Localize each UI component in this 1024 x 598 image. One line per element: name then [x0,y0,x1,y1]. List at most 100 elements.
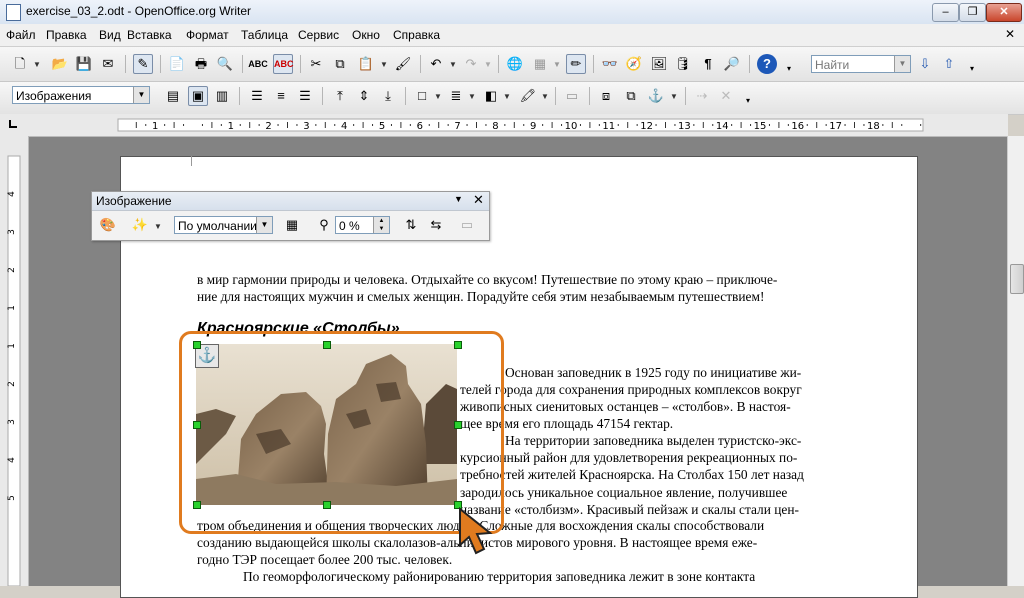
save-icon[interactable]: 💾 [74,54,94,74]
ruler-number: 17 [829,121,842,132]
ruler-number: 16 [791,121,804,132]
document-close-icon[interactable]: ✕ [1005,27,1015,41]
paste-icon[interactable]: 📋 [356,54,376,74]
graphics-mode-select[interactable]: По умолчании ▼ [174,216,273,234]
navigator-icon[interactable]: 🧭 [624,54,644,74]
menu-help[interactable]: Справка [393,28,440,42]
ruler-number: 14 [716,121,729,132]
menu-insert[interactable]: Вставка [127,28,172,42]
page-wrap-icon[interactable]: ▣ [188,86,208,106]
toolbar-close-icon[interactable]: ✕ [473,192,484,208]
menu-format[interactable]: Формат [186,28,229,42]
print-icon[interactable]: 🖶 [191,54,211,74]
autospellcheck-icon[interactable]: ABC [273,54,294,74]
border-color-icon[interactable]: ◧ [481,86,501,106]
ruler-number: 15 [754,121,767,132]
image-toolbar[interactable]: Изображение ▼ ✕ 🎨 ✨ ▼ По умолчании ▼ ▦ ⚲ 0… [91,191,490,241]
export-pdf-icon[interactable]: 📄 [167,54,187,74]
link-frames-icon[interactable]: ⇢ [692,86,712,106]
menu-file[interactable]: Файл [6,28,36,42]
align-left-icon[interactable]: ☰ [247,86,267,106]
ruler-number: 6 [417,121,423,132]
ruler-number: 2 [7,267,17,273]
ruler-number: 4 [341,121,347,132]
spellcheck-icon[interactable]: ABC [248,54,268,74]
new-icon[interactable]: 🗋 [10,54,30,74]
filter-effects-icon[interactable]: ✨ [130,215,150,235]
redo-icon[interactable]: ↷ [461,54,481,74]
flip-horizontal-icon[interactable]: ⇆ [426,215,446,235]
show-draw-functions-icon[interactable]: ✏ [566,54,586,74]
menu-view[interactable]: Вид [99,28,121,42]
paragraph-style-select[interactable]: Изображения ▼ [12,86,150,104]
ruler-number: 18 [867,121,880,132]
align-center-icon[interactable]: ≡ [271,86,291,106]
frame-toolbar-options-icon[interactable]: ▾ [744,91,752,111]
menu-tools[interactable]: Сервис [298,28,339,42]
borders-icon[interactable]: □ [412,86,432,106]
menu-window[interactable]: Окно [352,28,380,42]
align-middle-icon[interactable]: ⇕ [354,86,374,106]
horizontal-ruler[interactable]: 1 1 2 3 4 5 6 7 8 9 10 11 12 13 14 15 16 17 18 [28,114,1008,137]
bring-to-front-icon[interactable]: ⧈ [596,86,616,106]
help-icon[interactable]: ? [757,54,777,74]
align-right-icon[interactable]: ☰ [295,86,315,106]
toolbar-menu-icon[interactable]: ▼ [454,194,463,204]
image-toolbar-header[interactable]: Изображение ▼ ✕ [92,192,489,211]
ruler-number: 4 [7,457,17,463]
color-icon[interactable]: ▦ [282,215,302,235]
transparency-icon[interactable]: ⚲ [314,215,334,235]
toolbar-options-icon[interactable]: ▾ [785,59,793,79]
tab-stop-selector[interactable] [0,114,29,137]
send-to-back-icon[interactable]: ⧉ [621,86,641,106]
email-icon[interactable]: ✉ [98,54,118,74]
transparency-spin[interactable]: 0 % ▲ ▼ [335,216,390,234]
table-icon[interactable]: ▦ [530,54,550,74]
wrapped-line: Основан заповедник в 1925 году по инициа… [505,365,802,380]
find-previous-icon[interactable]: ⇧ [939,54,959,74]
close-button[interactable]: ✕ [986,3,1022,22]
print-preview-icon[interactable]: 🔍 [215,54,235,74]
ruler-number: 1 [7,305,17,311]
ruler-number: 11 [602,121,615,132]
wrapped-line: живописных сиенитовых останцев – «столбо… [460,399,791,414]
anchor-icon[interactable]: ⚓ [646,86,666,106]
zoom-icon[interactable]: 🔎 [722,54,742,74]
clone-formatting-icon[interactable]: 🖌 [393,54,413,74]
scrollbar-thumb[interactable] [1010,264,1024,294]
align-top-icon[interactable]: ⤒ [330,86,350,106]
findbar-options-icon[interactable]: ▾ [968,59,976,79]
hyperlink-icon[interactable]: 🌐 [505,54,525,74]
ruler-number: 13 [678,121,691,132]
vertical-ruler[interactable]: 4 3 2 1 1 2 3 4 5 [0,136,29,586]
find-replace-icon[interactable]: 👓 [600,54,620,74]
menu-table[interactable]: Таблица [241,28,288,42]
nonprinting-chars-icon[interactable]: ¶ [698,54,718,74]
graphics-filter-icon[interactable]: 🎨 [98,215,118,235]
align-bottom-icon[interactable]: ⤓ [378,86,398,106]
frame-properties-icon[interactable]: ▭ [457,215,477,235]
frame-properties-icon[interactable]: ▭ [562,86,582,106]
vertical-scrollbar[interactable] [1007,136,1024,586]
restore-button[interactable]: ❐ [959,3,986,22]
undo-icon[interactable]: ↶ [426,54,446,74]
minimize-button[interactable]: – [932,3,959,22]
cut-icon[interactable]: ✂ [306,54,326,74]
find-next-icon[interactable]: ⇩ [915,54,935,74]
wrap-off-icon[interactable]: ▤ [163,86,183,106]
copy-icon[interactable]: ⧉ [330,54,350,74]
optimal-wrap-icon[interactable]: ▥ [212,86,232,106]
flip-vertical-icon[interactable]: ⇅ [401,215,421,235]
unlink-frames-icon[interactable]: ✕ [716,86,736,106]
menu-edit[interactable]: Правка [46,28,87,42]
ruler-number: 5 [7,495,17,501]
open-icon[interactable]: 📂 [50,54,70,74]
find-input[interactable]: Найти ▼ [811,55,911,73]
edit-mode-icon[interactable]: ✎ [133,54,153,74]
horizontal-ruler-ticks: 1 1 2 3 4 5 6 7 8 9 10 11 12 13 14 15 16 17 18 [117,118,924,132]
ruler-number: 7 [454,121,460,132]
data-sources-icon[interactable]: 🛢 [673,54,693,74]
gallery-icon[interactable]: 🖼 [649,54,669,74]
background-color-icon[interactable]: 🖍 [518,86,538,106]
line-style-icon[interactable]: ≣ [446,86,466,106]
